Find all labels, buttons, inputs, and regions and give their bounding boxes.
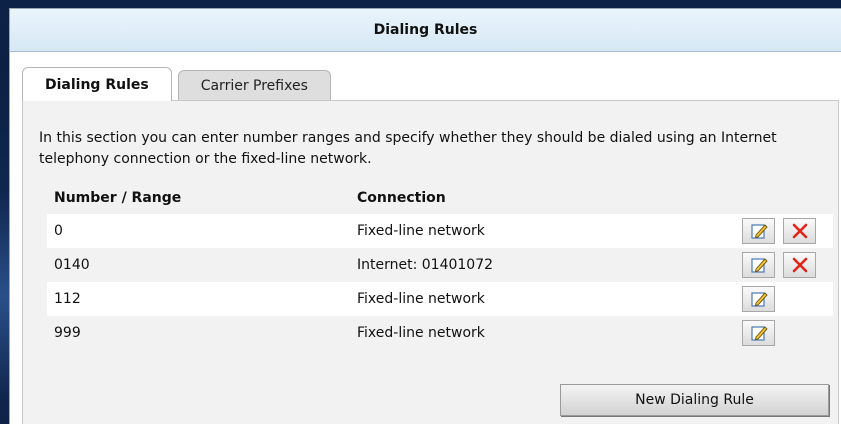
row-connection: Internet: 01401072	[357, 257, 494, 273]
edit-button[interactable]	[742, 320, 775, 346]
row-connection: Fixed-line network	[357, 325, 485, 341]
column-header-connection: Connection	[357, 190, 446, 206]
row-number: 0	[54, 223, 63, 239]
intro-text: In this section you can enter number ran…	[39, 130, 777, 167]
table-header: Number / Range Connection	[47, 183, 833, 213]
row-connection: Fixed-line network	[357, 291, 485, 307]
table-row: 0 Fixed-line network	[47, 214, 833, 248]
delete-icon	[792, 223, 807, 239]
edit-button[interactable]	[742, 218, 775, 244]
edit-button[interactable]	[742, 252, 775, 278]
edit-icon	[750, 292, 768, 307]
delete-button[interactable]	[783, 218, 816, 244]
panel-title: Dialing Rules	[10, 9, 841, 52]
table-row: 999 Fixed-line network	[47, 316, 833, 350]
edit-icon	[750, 224, 768, 239]
edit-button[interactable]	[742, 286, 775, 312]
row-number: 112	[54, 291, 81, 307]
tab-content: In this section you can enter number ran…	[22, 100, 839, 424]
new-dialing-rule-button[interactable]: New Dialing Rule	[560, 384, 829, 416]
row-number: 0140	[54, 257, 90, 273]
tab-carrier-prefixes[interactable]: Carrier Prefixes	[177, 70, 331, 101]
tab-dialing-rules[interactable]: Dialing Rules	[22, 67, 172, 101]
delete-icon	[792, 257, 807, 273]
column-header-number: Number / Range	[54, 190, 182, 206]
delete-button[interactable]	[783, 252, 816, 278]
row-number: 999	[54, 325, 81, 341]
row-connection: Fixed-line network	[357, 223, 485, 239]
edit-icon	[750, 258, 768, 273]
edit-icon	[750, 326, 768, 341]
dialing-rules-panel: Dialing Rules Dialing Rules Carrier Pref…	[9, 8, 841, 424]
table-row: 0140 Internet: 01401072	[47, 248, 833, 282]
table-row: 112 Fixed-line network	[47, 282, 833, 316]
tab-bar: Dialing Rules Carrier Prefixes	[22, 67, 337, 101]
